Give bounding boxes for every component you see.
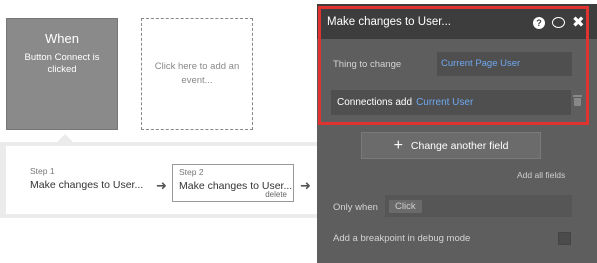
event-title: When — [45, 31, 79, 46]
connections-value[interactable]: Current User — [416, 97, 473, 108]
connections-label: Connections add — [337, 97, 413, 108]
delete-step-link[interactable]: delete — [265, 190, 287, 199]
add-event-label: Click here to add an event... — [154, 61, 240, 86]
trash-icon[interactable] — [573, 95, 582, 106]
help-icon[interactable]: ? — [533, 17, 545, 29]
add-all-fields-link[interactable]: Add all fields — [517, 170, 565, 180]
thing-to-change-field[interactable]: Current Page User — [437, 52, 572, 76]
thing-to-change-label: Thing to change — [333, 59, 402, 70]
action-property-panel: Make changes to User... ? ✖ Thing to cha… — [317, 4, 597, 263]
arrow-right-icon: ➜ — [156, 178, 167, 193]
only-when-placeholder: Click — [389, 200, 422, 213]
change-another-field-label: Change another field — [410, 139, 509, 152]
arrow-right-icon: ➜ — [300, 178, 311, 193]
change-another-field-button[interactable]: + Change another field — [361, 132, 541, 159]
breakpoint-label: Add a breakpoint in debug mode — [333, 233, 471, 244]
workflow-step-2[interactable]: Step 2 Make changes to User... delete — [172, 164, 294, 202]
breakpoint-checkbox[interactable] — [558, 232, 571, 245]
add-event-button[interactable]: Click here to add an event... — [141, 18, 253, 130]
event-card[interactable]: When Button Connect is clicked — [6, 18, 118, 130]
step-name: Make changes to User... — [30, 179, 144, 191]
workflow-step-1[interactable]: Step 1 Make changes to User... — [30, 166, 152, 202]
close-icon[interactable]: ✖ — [572, 13, 585, 31]
event-description: Button Connect is clicked — [24, 52, 100, 75]
step-label: Step 1 — [30, 166, 55, 176]
step-label: Step 2 — [179, 167, 204, 177]
panel-header: Make changes to User... ? ✖ — [317, 4, 597, 39]
only-when-input[interactable]: Click — [385, 195, 572, 217]
comment-icon[interactable] — [552, 17, 565, 28]
only-when-label: Only when — [333, 202, 378, 213]
plus-icon: + — [393, 136, 403, 154]
panel-title: Make changes to User... — [327, 16, 452, 28]
connections-field-row[interactable]: Connections add Current User — [331, 90, 571, 115]
